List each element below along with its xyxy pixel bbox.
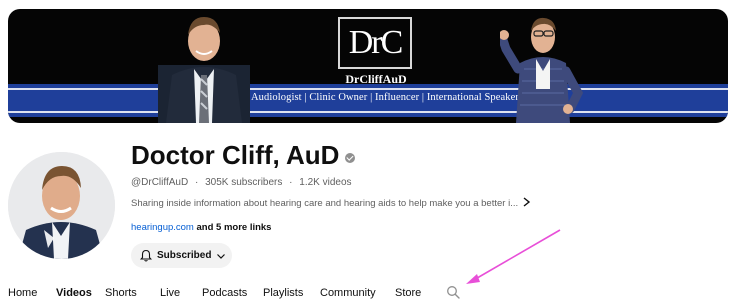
subscribed-button[interactable]: Subscribed [131, 243, 232, 268]
search-icon[interactable] [446, 285, 461, 300]
channel-name-text: Doctor Cliff, AuD [131, 140, 340, 170]
channel-avatar[interactable] [8, 152, 115, 259]
banner-person-right [500, 17, 584, 123]
chevron-down-icon [217, 253, 226, 259]
verified-badge-icon [345, 152, 356, 163]
tab-playlists[interactable]: Playlists [263, 287, 303, 299]
channel-description[interactable]: Sharing inside information about hearing… [131, 198, 518, 209]
tab-store[interactable]: Store [395, 287, 421, 299]
subscribed-label: Subscribed [157, 250, 212, 261]
video-count: 1.2K videos [299, 177, 352, 188]
more-links-button[interactable]: and 5 more links [197, 222, 272, 233]
banner-person-left [158, 17, 250, 123]
channel-meta: @DrCliffAuD · 305K subscribers · 1.2K vi… [131, 177, 352, 188]
tab-home[interactable]: Home [8, 287, 37, 299]
bell-icon [140, 249, 152, 262]
tab-live[interactable]: Live [160, 287, 180, 299]
channel-name: Doctor Cliff, AuD [131, 140, 356, 171]
channel-tabs: Home Videos Shorts Live Podcasts Playlis… [0, 287, 742, 301]
banner-logo-text: DrCliffAuD [345, 72, 407, 86]
meta-separator: · [289, 177, 293, 188]
tab-shorts[interactable]: Shorts [105, 287, 137, 299]
banner-logo-mark: DrC [348, 24, 404, 61]
tab-community[interactable]: Community [320, 287, 376, 299]
meta-separator: · [194, 177, 199, 188]
channel-links: hearingup.com and 5 more links [131, 222, 271, 233]
banner-tagline: Audiologist | Clinic Owner | Influencer … [250, 92, 520, 103]
avatar-image [8, 152, 115, 259]
banner-logo: DrC [338, 17, 412, 69]
subscriber-count: 305K subscribers [205, 177, 283, 188]
tab-videos[interactable]: Videos [56, 287, 92, 299]
chevron-right-icon[interactable] [521, 194, 533, 210]
tab-podcasts[interactable]: Podcasts [202, 287, 247, 299]
channel-banner: DrC DrCliffAuD Audiologist | Clinic Owne… [8, 9, 728, 123]
annotation-arrow-icon [466, 229, 561, 284]
channel-link-site[interactable]: hearingup.com [131, 222, 194, 233]
channel-handle: @DrCliffAuD [131, 177, 189, 188]
